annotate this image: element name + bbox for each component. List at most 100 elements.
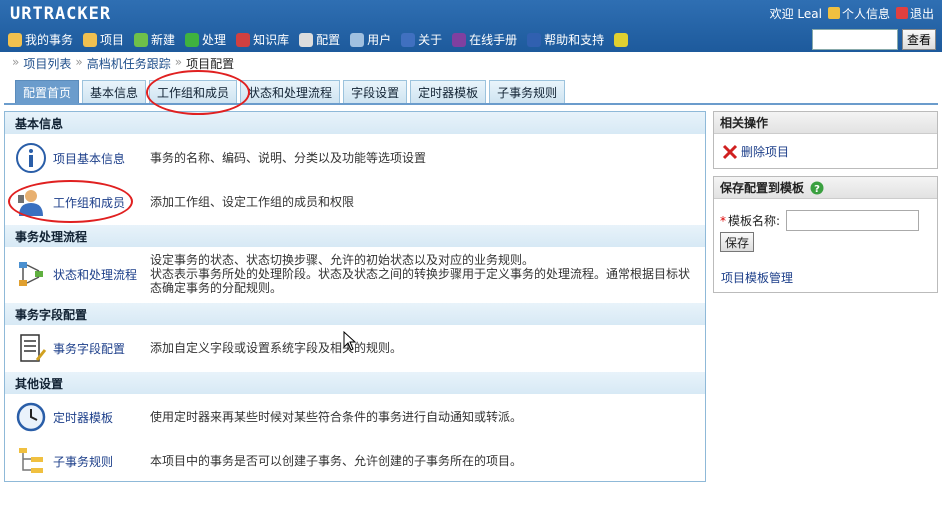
- profile-icon: [827, 7, 840, 19]
- config-main-panel: 基本信息 项目基本信息 事务的名称、编码、说明、分类以及功能等选项设置 工作组和…: [4, 111, 706, 482]
- project-basic-link[interactable]: 项目基本信息: [53, 150, 125, 167]
- sparkle-icon: [614, 32, 629, 47]
- breadcrumb-project-list[interactable]: 项目列表: [23, 55, 71, 72]
- delete-project-row: 删除项目: [714, 134, 937, 169]
- project-basic-desc: 事务的名称、编码、说明、分类以及功能等选项设置: [150, 151, 427, 165]
- timer-link[interactable]: 定时器模板: [53, 409, 113, 426]
- status-flow-desc-line: 状态表示事务所处的处理阶段。状态及状态之间的转换步骤用于定义事务的处理流程。通常…: [150, 267, 691, 281]
- breadcrumb-sep: »: [12, 55, 20, 69]
- tab-basic-info[interactable]: 基本信息: [82, 80, 147, 103]
- users-icon: [350, 32, 365, 47]
- nav-item-0[interactable]: 我的事务: [8, 31, 73, 48]
- required-mark: *: [720, 213, 726, 228]
- subtask-desc: 本项目中的事务是否可以创建子事务、允许创建的子事务所在的项目。: [150, 454, 523, 468]
- save-template-button[interactable]: 保存: [720, 232, 755, 252]
- breadcrumb-current: 项目配置: [186, 57, 235, 71]
- form-icon: [20, 334, 47, 362]
- row-subtask: 子事务规则 本项目中的事务是否可以创建子事务、允许创建的子事务所在的项目。: [5, 443, 705, 479]
- mouse-cursor-icon: [343, 331, 357, 351]
- clock-icon: [16, 402, 46, 432]
- tab-status-flow[interactable]: 状态和处理流程: [240, 80, 341, 103]
- home-icon: [8, 32, 22, 47]
- subtask-link[interactable]: 子事务规则: [53, 453, 113, 470]
- tab-config-home[interactable]: 配置首页: [15, 80, 80, 103]
- nav-item-4[interactable]: 知识库: [236, 31, 289, 48]
- nav-item-label: 我的事务: [25, 33, 74, 47]
- nav-item-3[interactable]: 处理: [185, 31, 226, 48]
- nav-item-label: 关于: [418, 33, 443, 47]
- workgroups-link[interactable]: 工作组和成员: [53, 194, 125, 211]
- info-icon: [16, 143, 46, 173]
- save-template-title: 保存配置到模板 ?: [714, 177, 937, 199]
- profile-link[interactable]: 个人信息: [827, 5, 890, 22]
- related-ops-panel: 相关操作 删除项目: [713, 111, 938, 169]
- related-ops-title: 相关操作: [714, 112, 937, 134]
- workgroup-icon: [18, 190, 43, 216]
- tab-underline: [4, 103, 938, 105]
- logout-link[interactable]: 退出: [895, 5, 934, 22]
- status-flow-desc-line: 态确定事务的分配规则。: [150, 281, 283, 295]
- app-logo: URTRACKER: [10, 4, 112, 24]
- template-name-row: * 模板名称:: [720, 210, 920, 231]
- status-flow-link[interactable]: 状态和处理流程: [53, 266, 137, 283]
- tree-icon: [19, 448, 43, 473]
- svg-text:?: ?: [814, 184, 820, 195]
- nav-item-9[interactable]: 帮助和支持: [527, 31, 604, 48]
- save-template-title-text: 保存配置到模板: [720, 181, 805, 195]
- manual-icon: [452, 32, 467, 47]
- save-template-panel: 保存配置到模板 ? * 模板名称: 保存 项目模板管理: [713, 176, 938, 293]
- workgroups-desc: 添加工作组、设定工作组的成员和权限: [150, 195, 355, 209]
- timer-desc: 使用定时器来再某些时候对某些符合条件的事务进行自动通知或转派。: [150, 410, 523, 424]
- gear-icon: [299, 32, 314, 47]
- nav-item-10[interactable]: [614, 32, 629, 47]
- fields-link[interactable]: 事务字段配置: [53, 340, 125, 357]
- delete-project-link[interactable]: 删除项目: [741, 143, 789, 160]
- nav-item-label: 新建: [151, 33, 176, 47]
- row-status-flow: 状态和处理流程 设定事务的状态、状态切换步骤、允许的初始状态以及对应的业务规则。…: [5, 250, 705, 298]
- books-icon: [236, 32, 251, 47]
- welcome-text: 欢迎 Leal: [769, 7, 822, 21]
- tab-workgroups[interactable]: 工作组和成员: [149, 80, 238, 103]
- delete-icon: [722, 144, 738, 159]
- help-icon[interactable]: ?: [810, 181, 824, 195]
- nav-item-label: 知识库: [253, 33, 290, 47]
- nav-item-8[interactable]: 在线手册: [452, 31, 517, 48]
- nav-item-7[interactable]: 关于: [401, 31, 442, 48]
- section-flow-header: 事务处理流程: [5, 225, 705, 247]
- template-manage-link[interactable]: 项目模板管理: [721, 269, 793, 286]
- nav-item-label: 项目: [100, 33, 125, 47]
- database-icon: [83, 32, 98, 47]
- breadcrumb-project[interactable]: 高档机任务跟踪: [87, 55, 171, 72]
- fields-desc: 添加自定义字段或设置系统字段及相关的规则。: [150, 341, 403, 355]
- search-input[interactable]: [812, 29, 898, 50]
- row-project-basic: 项目基本信息 事务的名称、编码、说明、分类以及功能等选项设置: [5, 140, 705, 176]
- nav-item-label: 配置: [316, 33, 341, 47]
- breadcrumb-sep: »: [174, 55, 183, 69]
- nav-item-2[interactable]: 新建: [134, 31, 175, 48]
- nav-item-label: 帮助和支持: [544, 33, 605, 47]
- nav-item-6[interactable]: 用户: [350, 31, 391, 48]
- search-button[interactable]: 查看: [902, 29, 936, 50]
- nav-item-5[interactable]: 配置: [299, 31, 340, 48]
- breadcrumb: » 项目列表 » 高档机任务跟踪 » 项目配置: [12, 55, 234, 72]
- template-name-label: 模板名称:: [728, 214, 781, 228]
- tab-fields[interactable]: 字段设置: [343, 80, 408, 103]
- new-icon: [134, 32, 149, 47]
- check-icon: [185, 32, 200, 47]
- section-fields-header: 事务字段配置: [5, 303, 705, 325]
- tab-timer-templates[interactable]: 定时器模板: [410, 80, 487, 103]
- row-workgroups: 工作组和成员 添加工作组、设定工作组的成员和权限: [5, 184, 705, 220]
- tab-subtask-rules[interactable]: 子事务规则: [489, 80, 566, 103]
- main-nav: 我的事务 项目 新建 处理 知识库 配置 用户 关于 在线手册 帮助和支持: [8, 31, 629, 48]
- status-flow-desc-line: 设定事务的状态、状态切换步骤、允许的初始状态以及对应的业务规则。: [150, 253, 535, 267]
- nav-item-label: 处理: [202, 33, 227, 47]
- nav-item-label: 在线手册: [469, 33, 518, 47]
- flow-icon: [19, 262, 43, 286]
- nav-item-1[interactable]: 项目: [83, 31, 124, 48]
- info-icon: [401, 32, 416, 47]
- section-basic-header: 基本信息: [5, 112, 705, 134]
- help-icon: [527, 32, 542, 47]
- template-name-input[interactable]: [786, 210, 920, 231]
- nav-item-label: 用户: [367, 33, 392, 47]
- user-links: 欢迎 Leal 个人信息 退出: [770, 5, 934, 22]
